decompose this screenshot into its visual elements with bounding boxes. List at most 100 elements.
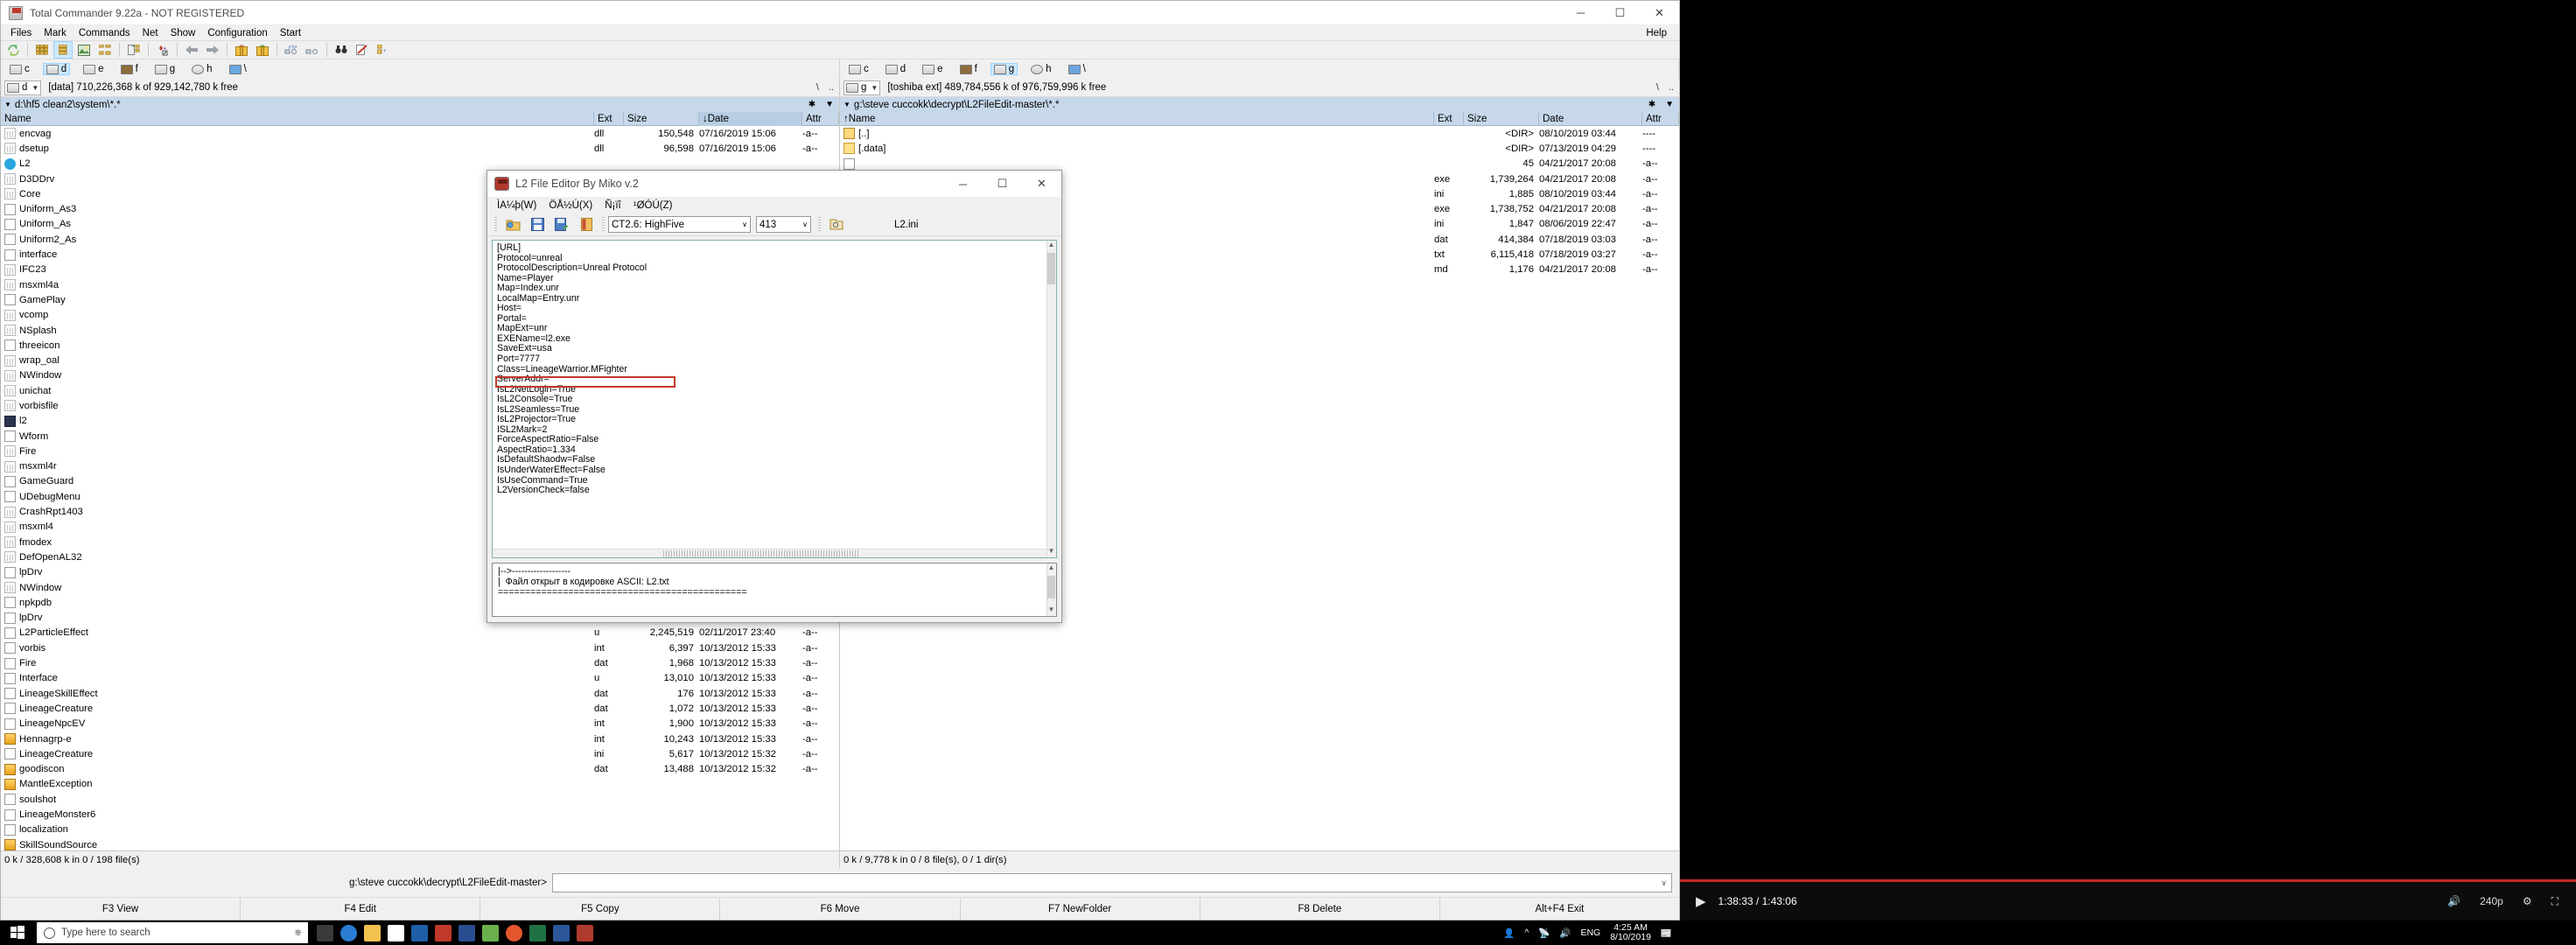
chrome-icon[interactable] xyxy=(506,924,522,942)
table-row[interactable]: LineageSkillEffect dat 176 10/13/2012 15:33… xyxy=(1,686,839,701)
minimize-button[interactable]: ─ xyxy=(1561,1,1600,25)
brief-view-icon[interactable] xyxy=(32,41,52,59)
volume-icon[interactable]: 🔊 xyxy=(2447,895,2460,907)
log-scroll-down-icon[interactable]: ▼ xyxy=(1047,606,1055,616)
left-drive-select[interactable]: d ▼ xyxy=(4,80,42,95)
menu-commands[interactable]: Commands xyxy=(73,27,136,39)
dialog-menu-settings[interactable]: Ñ¡ïî xyxy=(598,200,627,211)
drive-button-f[interactable]: f xyxy=(117,63,142,75)
table-row[interactable]: LineageCreature ini 5,617 10/13/2012 15:32 -… xyxy=(1,746,839,761)
command-input[interactable]: ∨ xyxy=(551,873,1672,892)
left-col-attr[interactable]: Attr xyxy=(802,111,839,126)
fkey-f6-move[interactable]: F6 Move xyxy=(720,898,961,920)
right-drive-select[interactable]: g ▼ xyxy=(844,80,881,95)
microphone-icon[interactable]: ⎈ xyxy=(294,928,302,939)
app-icon-white[interactable] xyxy=(388,924,404,942)
left-up-button[interactable]: .. xyxy=(829,82,834,93)
table-row[interactable]: L2ParticleEffect u 2,245,519 02/11/2017 23:… xyxy=(1,626,839,640)
table-row[interactable]: soulshot xyxy=(1,792,839,807)
chronicle-select[interactable]: CT2.6: HighFive ∨ xyxy=(608,216,751,233)
fkey-f4-edit[interactable]: F4 Edit xyxy=(241,898,481,920)
right-col-name[interactable]: ↑Name xyxy=(840,111,1434,126)
maximize-button[interactable]: ☐ xyxy=(1600,1,1640,25)
fkey-f7-newfolder[interactable]: F7 NewFolder xyxy=(961,898,1200,920)
log-vertical-scrollbar[interactable]: ▲ ▼ xyxy=(1046,564,1056,616)
search-binoculars-icon[interactable] xyxy=(332,41,351,59)
close-button[interactable]: ✕ xyxy=(1640,1,1679,25)
menu-files[interactable]: Files xyxy=(4,27,38,39)
drive-button-h[interactable]: h xyxy=(188,63,215,75)
table-row[interactable]: LineageCreature dat 1,072 10/13/2012 15:33 -… xyxy=(1,701,839,716)
tree-view-icon[interactable] xyxy=(95,41,115,59)
drive-button-d[interactable]: d xyxy=(42,63,71,75)
multi-rename-icon[interactable] xyxy=(353,41,372,59)
table-row[interactable]: Hennagrp-e int 10,243 10/13/2012 15:33 -a-- xyxy=(1,732,839,746)
fullscreen-icon[interactable]: ⛶ xyxy=(2552,895,2558,908)
editor-vertical-scrollbar[interactable]: ▲ ▼ xyxy=(1046,241,1056,557)
right-path-bar[interactable]: ▼ g:\steve cuccokk\decrypt\L2FileEdit-ma… xyxy=(840,97,1679,112)
table-row[interactable]: LineageMonster6 xyxy=(1,807,839,822)
table-row[interactable]: encvag dll 150,548 07/16/2019 15:06 -a-- xyxy=(1,126,839,141)
compare-icon[interactable] xyxy=(124,41,144,59)
drive-button-c[interactable]: c xyxy=(6,63,33,75)
protocol-select[interactable]: 413 ∨ xyxy=(756,216,811,233)
forward-arrow-icon[interactable] xyxy=(203,41,222,59)
language-indicator[interactable]: ENG xyxy=(1580,928,1600,938)
fkey-altf4-exit[interactable]: Alt+F4 Exit xyxy=(1440,898,1679,920)
drive-button-network-right[interactable]: \ xyxy=(1065,63,1089,75)
select-group-icon[interactable]: + xyxy=(374,41,393,59)
right-col-attr[interactable]: Attr xyxy=(1642,111,1679,126)
left-col-date[interactable]: ↓Date xyxy=(699,111,802,126)
menu-show[interactable]: Show xyxy=(164,27,202,39)
fkey-f8-delete[interactable]: F8 Delete xyxy=(1200,898,1440,920)
right-star-icon[interactable]: ✱ xyxy=(1648,100,1656,109)
clock[interactable]: 4:25 AM 8/10/2019 xyxy=(1610,922,1651,943)
log-scroll-up-icon[interactable]: ▲ xyxy=(1047,564,1055,574)
reload-file-icon[interactable] xyxy=(826,215,847,234)
right-root-button[interactable]: \ xyxy=(1656,82,1659,93)
table-row[interactable]: [.data] <DIR> 07/13/2019 04:29 ---- xyxy=(840,141,1679,156)
left-col-name[interactable]: Name xyxy=(1,111,594,126)
fkey-f3-view[interactable]: F3 View xyxy=(1,898,242,920)
table-row[interactable]: MantleException xyxy=(1,777,839,792)
save-file-icon[interactable] xyxy=(527,215,548,234)
drive-button-c-right[interactable]: c xyxy=(845,63,872,75)
show-hidden-icons-chevron[interactable]: ^ xyxy=(1524,928,1529,938)
right-col-size[interactable]: Size xyxy=(1464,111,1539,126)
open-file-icon[interactable] xyxy=(502,215,523,234)
table-row[interactable]: LineageNpcEV int 1,900 10/13/2012 15:33 -a-- xyxy=(1,717,839,732)
right-col-ext[interactable]: Ext xyxy=(1434,111,1464,126)
table-row[interactable]: dsetup dll 96,598 07/16/2019 15:06 -a-- xyxy=(1,141,839,156)
drive-button-d-right[interactable]: d xyxy=(882,63,909,75)
dialog-menu-file[interactable]: ÌA¼þ(W) xyxy=(491,200,542,211)
people-icon[interactable]: 👤 xyxy=(1503,928,1515,939)
drive-button-f-right[interactable]: f xyxy=(956,63,981,75)
table-row[interactable]: [..] <DIR> 08/10/2019 03:44 ---- xyxy=(840,126,1679,141)
unpack-files-icon[interactable] xyxy=(253,41,272,59)
save-as-icon[interactable] xyxy=(551,215,572,234)
settings-gear-icon[interactable]: ⚙ xyxy=(2523,895,2532,907)
back-arrow-icon[interactable] xyxy=(182,41,201,59)
editor-scroll-thumb[interactable] xyxy=(1047,253,1055,284)
dialog-maximize-button[interactable]: ☐ xyxy=(983,172,1022,196)
table-row[interactable]: goodiscon dat 13,488 10/13/2012 15:32 -a-- xyxy=(1,761,839,776)
scroll-up-icon[interactable]: ▲ xyxy=(1047,241,1055,251)
drive-button-g-right[interactable]: g xyxy=(990,63,1018,75)
file-explorer-icon[interactable] xyxy=(364,924,381,942)
dialog-minimize-button[interactable]: ─ xyxy=(943,172,983,196)
left-col-ext[interactable]: Ext xyxy=(594,111,624,126)
log-scroll-thumb[interactable] xyxy=(1047,576,1055,598)
right-col-date[interactable]: Date xyxy=(1539,111,1642,126)
table-row[interactable]: Fire dat 1,968 10/13/2012 15:33 -a-- xyxy=(1,655,839,670)
menu-start[interactable]: Start xyxy=(274,27,307,39)
l2-editor-icon[interactable] xyxy=(577,924,593,942)
scroll-down-icon[interactable]: ▼ xyxy=(1047,547,1055,557)
drive-button-e[interactable]: e xyxy=(80,63,107,75)
table-row[interactable]: vorbis int 6,397 10/13/2012 15:33 -a-- xyxy=(1,640,839,655)
left-history-icon[interactable]: ▼ xyxy=(825,100,834,109)
drive-button-e-right[interactable]: e xyxy=(919,63,946,75)
start-button[interactable] xyxy=(0,920,35,945)
app-icon-navy[interactable] xyxy=(458,924,475,942)
editor-horizontal-scrollbar[interactable] xyxy=(493,549,1046,557)
ftp-disconnect-icon[interactable] xyxy=(303,41,322,59)
